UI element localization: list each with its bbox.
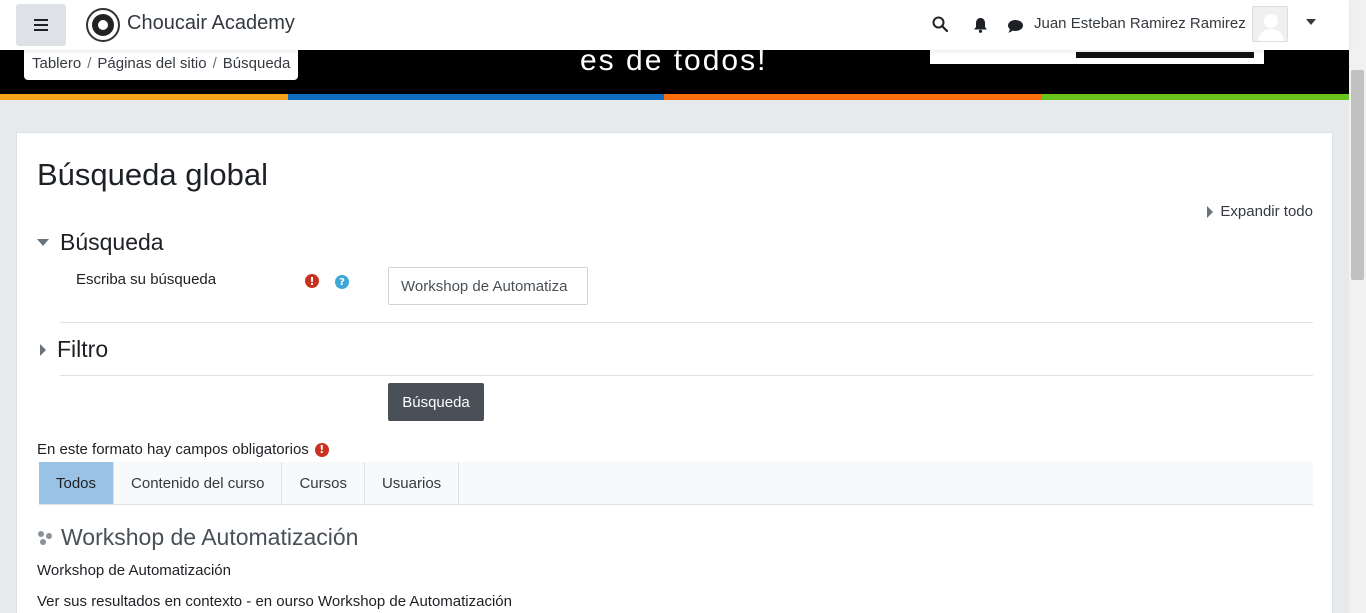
tab-contenido-del-curso[interactable]: Contenido del curso — [114, 462, 283, 504]
breadcrumb-item-busqueda[interactable]: Búsqueda — [223, 55, 291, 72]
required-fields-note: En este formato hay campos obligatorios … — [37, 441, 329, 458]
breadcrumb: Tablero / Páginas del sitio / Búsqueda — [24, 50, 299, 80]
breadcrumb-separator: / — [87, 55, 92, 72]
expand-triangle-icon — [1207, 205, 1214, 218]
page-scrollbar[interactable] — [1349, 0, 1366, 613]
bell-icon[interactable] — [970, 15, 990, 35]
main-content-card: Búsqueda global Expandir todo Búsqueda E… — [16, 132, 1333, 613]
required-icon: ! — [305, 274, 319, 288]
expand-triangle-icon — [40, 343, 46, 356]
filter-section-header[interactable]: Filtro — [37, 336, 108, 363]
required-icon: ! — [314, 442, 329, 457]
menu-toggle-button[interactable] — [16, 4, 66, 46]
filter-section-title: Filtro — [57, 336, 109, 362]
search-field-label: Escriba su búsqueda — [76, 271, 217, 288]
banner-graphic — [930, 50, 1264, 64]
required-note-text: En este formato hay campos obligatorios — [37, 441, 309, 458]
tab-todos[interactable]: Todos — [39, 462, 115, 504]
stripe — [288, 94, 664, 100]
scrollbar-thumb[interactable] — [1351, 70, 1364, 280]
result-context-link[interactable]: Ver sus resultados en contexto - en ours… — [37, 593, 512, 610]
banner-text: es de todos! — [580, 50, 768, 77]
result-description: Workshop de Automatización — [37, 562, 231, 579]
stripe — [1042, 94, 1349, 100]
divider — [60, 322, 1313, 323]
result-title-link[interactable]: Workshop de Automatización — [37, 524, 358, 551]
chat-icon[interactable] — [1005, 16, 1025, 36]
breadcrumb-separator: / — [212, 55, 217, 72]
help-icon[interactable]: ? — [335, 275, 349, 289]
course-icon — [38, 530, 52, 545]
search-input[interactable] — [388, 267, 588, 305]
top-navbar: Choucair Academy Juan Esteban Ramirez Ra… — [0, 0, 1349, 50]
expand-all-label: Expandir todo — [1220, 203, 1313, 220]
results-tabs: Todos Contenido del curso Cursos Usuario… — [39, 462, 1313, 505]
result-title: Workshop de Automatización — [61, 524, 359, 550]
search-icon[interactable] — [930, 14, 950, 34]
stripe — [0, 94, 288, 100]
search-submit-button[interactable]: Búsqueda — [388, 383, 484, 421]
tab-cursos[interactable]: Cursos — [282, 462, 365, 504]
collapse-triangle-icon — [37, 239, 49, 246]
search-section-header[interactable]: Búsqueda — [37, 229, 164, 256]
page-title: Búsqueda global — [37, 157, 268, 192]
logo-icon[interactable] — [86, 8, 120, 42]
search-section-title: Búsqueda — [60, 229, 164, 255]
expand-all-link[interactable]: Expandir todo — [1207, 203, 1313, 220]
divider — [60, 375, 1313, 376]
tab-usuarios[interactable]: Usuarios — [365, 462, 460, 504]
chevron-down-icon[interactable] — [1306, 19, 1316, 25]
avatar-icon[interactable] — [1252, 6, 1288, 42]
hamburger-icon — [34, 19, 48, 31]
brand-name[interactable]: Choucair Academy — [127, 12, 295, 35]
color-stripes — [0, 94, 1349, 100]
stripe — [664, 94, 1042, 100]
breadcrumb-item-paginas[interactable]: Páginas del sitio — [97, 55, 206, 72]
user-name[interactable]: Juan Esteban Ramirez Ramirez — [1034, 15, 1246, 32]
breadcrumb-item-tablero[interactable]: Tablero — [32, 55, 81, 72]
